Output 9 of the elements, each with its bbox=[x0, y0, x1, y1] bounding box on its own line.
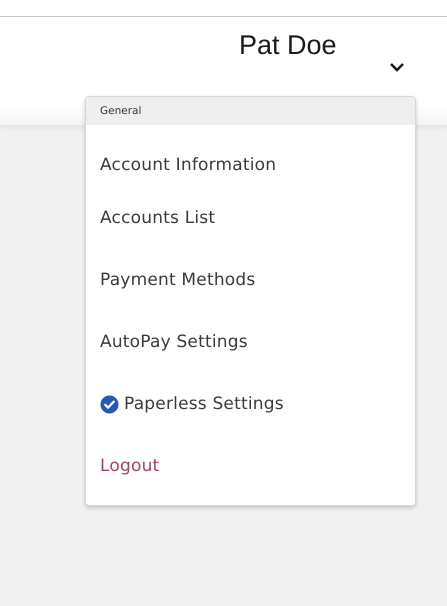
menu-item[interactable]: Account Information bbox=[100, 155, 276, 175]
section-header: General bbox=[86, 97, 415, 125]
chevron-down-icon[interactable] bbox=[388, 61, 406, 73]
menu-item[interactable]: AutoPay Settings bbox=[100, 332, 248, 352]
logout-link[interactable]: Logout bbox=[100, 456, 160, 476]
menu-item[interactable]: Accounts List bbox=[100, 208, 216, 228]
user-name: Pat Doe bbox=[239, 30, 337, 61]
menu-item[interactable]: Payment Methods bbox=[100, 270, 256, 290]
menu-item[interactable]: Paperless Settings bbox=[100, 394, 284, 414]
